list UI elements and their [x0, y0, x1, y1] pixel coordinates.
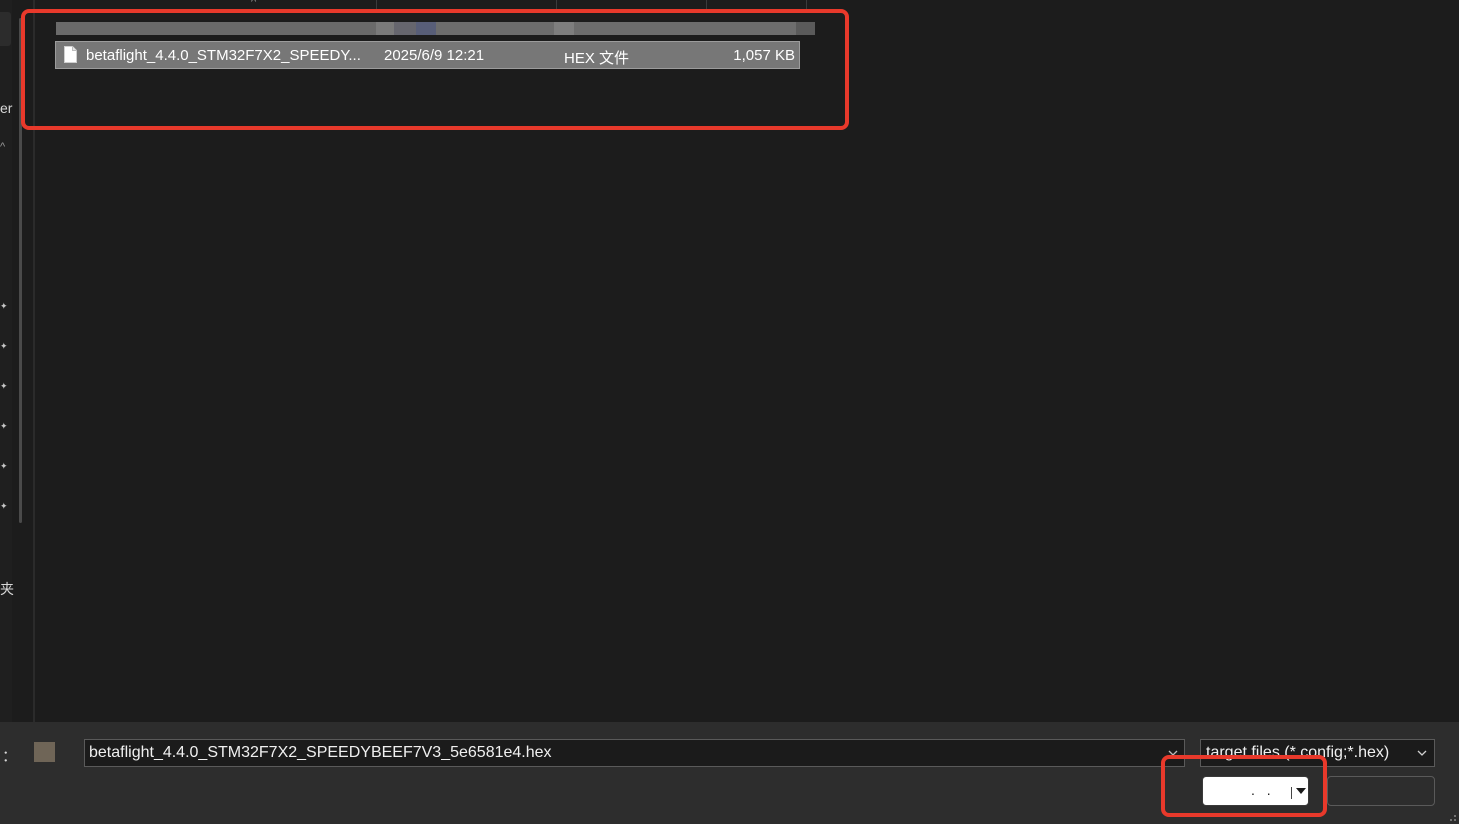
chevron-down-icon [1417, 750, 1427, 756]
pane-splitter[interactable] [33, 0, 35, 722]
nav-selected-item[interactable] [0, 12, 11, 46]
pin-icon[interactable]: ✦ [0, 422, 8, 431]
file-name-label: ： [2, 748, 18, 765]
dialog-footer: ： betaflight_4.4.0_STM32F7X2_SPEEDYBEEF7… [0, 722, 1459, 824]
nav-scrollbar[interactable] [19, 18, 22, 523]
column-separator[interactable] [806, 0, 807, 10]
nav-item-label[interactable]: er [0, 100, 12, 116]
split-divider [1291, 787, 1292, 799]
cancel-button[interactable] [1327, 776, 1435, 806]
caret-down-icon[interactable] [1296, 788, 1306, 794]
file-open-dialog: er ^ ✦ ✦ ✦ ✦ ✦ ✦ 夹 ^ betaflight_4.4.0_ST… [0, 0, 1459, 824]
pin-icon[interactable]: ✦ [0, 502, 8, 511]
file-name-input-value: betaflight_4.4.0_STM32F7X2_SPEEDYBEEF7V3… [89, 744, 552, 761]
file-type-icon [34, 742, 55, 762]
file-type-filter-value: target files (*.config;*.hex) [1206, 744, 1390, 761]
pin-icon[interactable]: ✦ [0, 342, 8, 351]
file-type-filter-select[interactable]: target files (*.config;*.hex) [1200, 739, 1435, 767]
file-date-modified: 2025/6/9 12:21 [384, 47, 485, 64]
column-separator[interactable] [556, 0, 557, 10]
column-header: ^ [36, 0, 816, 10]
navigation-pane: er ^ ✦ ✦ ✦ ✦ ✦ ✦ 夹 [0, 0, 14, 722]
resize-grip-icon[interactable] [1447, 812, 1457, 822]
column-separator[interactable] [706, 0, 707, 10]
chevron-up-icon[interactable]: ^ [0, 141, 5, 153]
pin-icon[interactable]: ✦ [0, 382, 8, 391]
document-icon [64, 46, 77, 63]
file-list-item[interactable]: betaflight_4.4.0_STM32F7X2_SPEEDY... 202… [55, 41, 800, 69]
open-button[interactable]: . . [1202, 776, 1309, 806]
nav-item-label[interactable]: 夹 [0, 579, 14, 599]
chevron-down-icon[interactable] [1166, 744, 1180, 762]
blurred-file-row[interactable] [56, 22, 815, 35]
chevron-up-icon[interactable]: ^ [251, 0, 256, 8]
pin-icon[interactable]: ✦ [0, 462, 8, 471]
pin-icon[interactable]: ✦ [0, 302, 8, 311]
file-type: HEX 文件 [564, 50, 630, 67]
file-size: 1,057 KB [733, 47, 795, 64]
file-name: betaflight_4.4.0_STM32F7X2_SPEEDY... [86, 47, 361, 64]
file-name-input[interactable]: betaflight_4.4.0_STM32F7X2_SPEEDYBEEF7V3… [84, 739, 1185, 767]
column-separator[interactable] [376, 0, 377, 10]
open-button-label: . . [1251, 782, 1275, 798]
